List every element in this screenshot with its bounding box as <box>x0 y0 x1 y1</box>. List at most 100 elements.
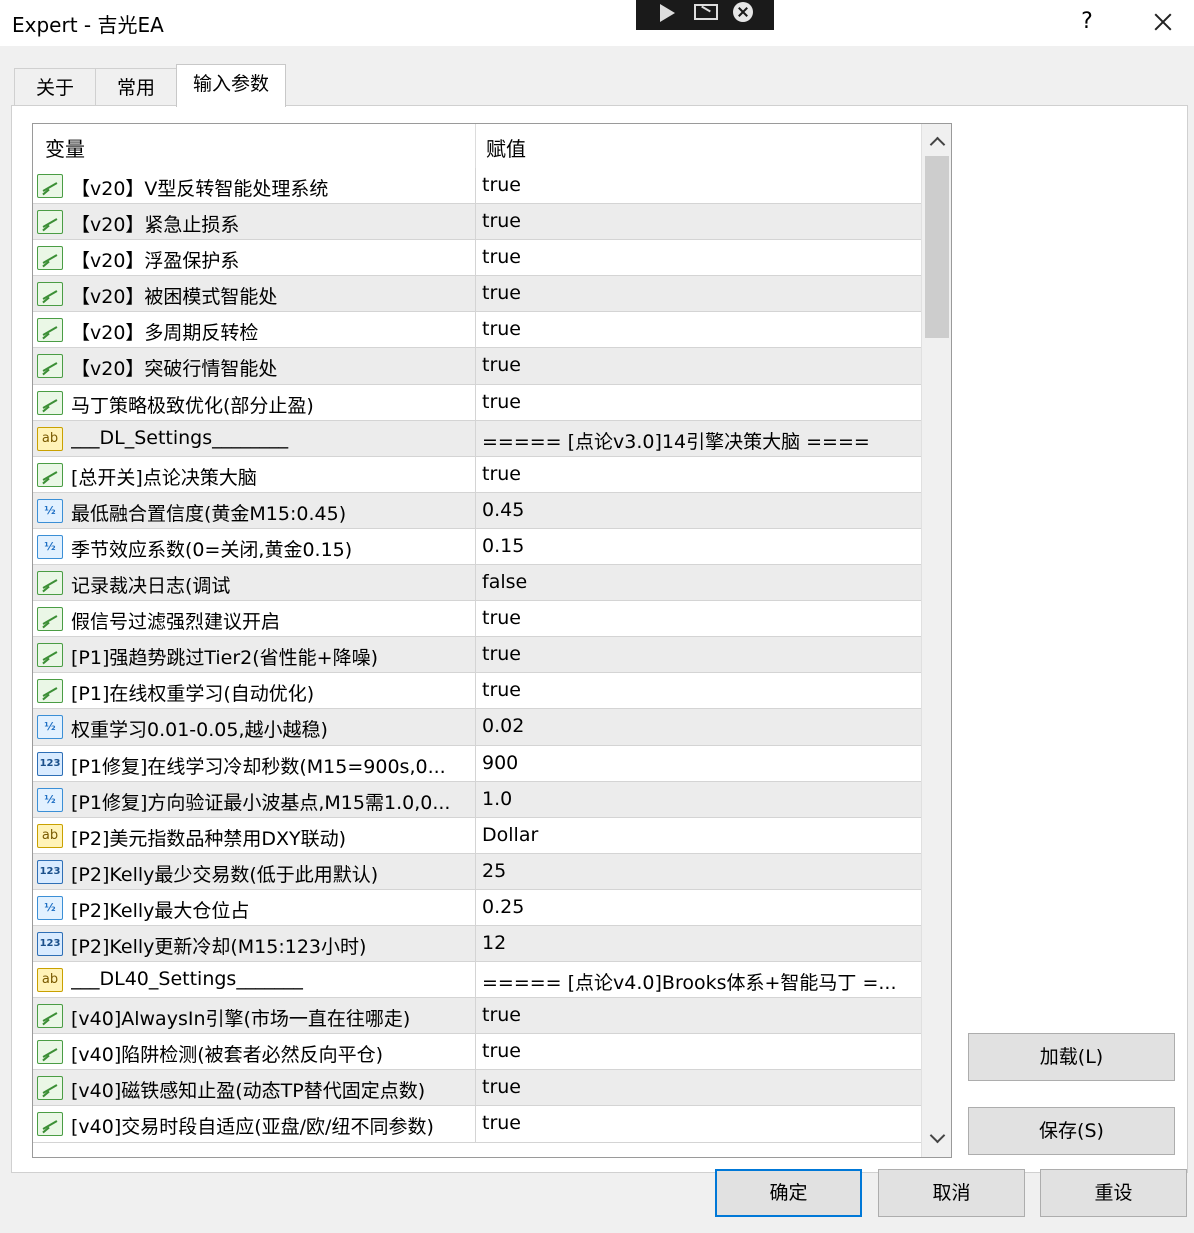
param-value[interactable]: true <box>482 354 918 376</box>
table-row[interactable]: 123 [P2]Kelly更新冷却(M15:123小时) 12 <box>33 925 921 963</box>
bool-param-icon <box>37 571 63 596</box>
column-divider <box>475 925 476 962</box>
cancel-button[interactable]: 取消 <box>878 1169 1025 1217</box>
table-row[interactable]: 123 [P2]Kelly最少交易数(低于此用默认) 25 <box>33 853 921 890</box>
param-value[interactable]: 25 <box>482 860 918 882</box>
close-icon[interactable] <box>1146 6 1180 38</box>
table-row[interactable]: ab ___DL40_Settings_______ ===== [点论v4.0]B… <box>33 962 921 999</box>
table-row[interactable]: ½ 最低融合置信度(黄金M15:0.45) 0.45 <box>33 492 921 529</box>
param-value[interactable]: true <box>482 1112 918 1134</box>
param-name: [P1]在线权重学习(自动优化) <box>71 683 315 706</box>
table-row[interactable]: 假信号过滤强烈建议开启 true <box>33 601 921 638</box>
param-name: 【v20】突破行情智能处 <box>71 358 278 381</box>
tab-common[interactable]: 常用 <box>95 68 177 106</box>
column-header-value[interactable]: 赋值 <box>486 133 526 162</box>
table-row[interactable]: 记录裁决日志(调试 false <box>33 565 921 602</box>
param-value[interactable]: true <box>482 1040 918 1062</box>
param-value[interactable]: true <box>482 643 918 665</box>
param-value[interactable]: true <box>482 246 918 268</box>
string-param-icon: ab <box>37 968 63 993</box>
bool-param-icon <box>37 643 63 668</box>
column-divider <box>475 781 476 817</box>
table-row[interactable]: ½ 权重学习0.01-0.05,越小越稳) 0.02 <box>33 709 921 746</box>
reset-button[interactable]: 重设 <box>1040 1169 1187 1217</box>
table-row[interactable]: [P1]强趋势跳过Tier2(省性能+降噪) true <box>33 637 921 674</box>
table-row[interactable]: ½ [P2]Kelly最大仓位占 0.25 <box>33 889 921 926</box>
string-param-icon: ab <box>37 426 63 451</box>
param-value[interactable]: 900 <box>482 752 918 774</box>
vertical-scrollbar[interactable] <box>921 124 951 1157</box>
param-value[interactable]: 12 <box>482 932 918 954</box>
param-value[interactable]: false <box>482 571 918 593</box>
table-row[interactable]: 【v20】紧急止损系 true <box>33 204 921 241</box>
table-row[interactable]: ½ 季节效应系数(0=关闭,黄金0.15) 0.15 <box>33 528 921 566</box>
table-row[interactable]: 【v20】被困模式智能处 true <box>33 276 921 313</box>
table-row[interactable]: [v40]AlwaysIn引擎(市场一直在往哪走) true <box>33 998 921 1035</box>
table-row[interactable]: 【v20】V型反转智能处理系统 true <box>33 168 921 205</box>
column-divider <box>475 962 476 998</box>
table-row[interactable]: 马丁策略极致优化(部分止盈) true <box>33 384 921 421</box>
double-param-icon: ½ <box>37 895 63 920</box>
column-divider <box>475 817 476 853</box>
double-param-icon: ½ <box>37 534 63 559</box>
param-value[interactable]: 0.15 <box>482 535 918 557</box>
play-icon[interactable] <box>656 3 678 23</box>
tab-about[interactable]: 关于 <box>14 68 96 106</box>
table-row[interactable]: 【v20】突破行情智能处 true <box>33 348 921 385</box>
table-row[interactable]: [v40]陷阱检测(被套者必然反向平仓) true <box>33 1034 921 1071</box>
param-value[interactable]: 0.25 <box>482 896 918 918</box>
param-value[interactable]: 0.02 <box>482 715 918 737</box>
param-value[interactable]: true <box>482 391 918 413</box>
column-header-variable[interactable]: 变量 <box>45 133 85 162</box>
ok-button[interactable]: 确定 <box>715 1169 862 1217</box>
param-value[interactable]: ===== [点论v3.0]14引擎决策大脑 ==== <box>482 427 918 454</box>
param-value[interactable]: 1.0 <box>482 788 918 810</box>
table-row[interactable]: [P1]在线权重学习(自动优化) true <box>33 673 921 710</box>
integer-param-icon: 123 <box>37 859 63 884</box>
column-divider <box>475 565 476 601</box>
bool-param-icon <box>37 1040 63 1065</box>
scroll-up-icon[interactable] <box>929 134 945 150</box>
column-divider <box>475 312 476 348</box>
double-param-icon: ½ <box>37 787 63 812</box>
load-button[interactable]: 加载(L) <box>968 1033 1175 1081</box>
table-row[interactable]: 【v20】浮盈保护系 true <box>33 240 921 277</box>
grid-header: 变量 赋值 <box>33 124 921 168</box>
table-row[interactable]: ab ___DL_Settings________ ===== [点论v3.0]14… <box>33 420 921 457</box>
table-row[interactable]: [总开关]点论决策大脑 true <box>33 456 921 493</box>
tab-inputs[interactable]: 输入参数 <box>176 64 286 107</box>
param-value[interactable]: true <box>482 318 918 340</box>
param-value[interactable]: 0.45 <box>482 499 918 521</box>
column-divider <box>475 745 476 781</box>
table-row[interactable]: 【v20】多周期反转检 true <box>33 312 921 349</box>
scroll-down-icon[interactable] <box>929 1130 945 1146</box>
bool-param-icon <box>37 354 63 379</box>
scroll-thumb[interactable] <box>925 156 949 338</box>
bool-param-icon <box>37 1076 63 1101</box>
param-value[interactable]: true <box>482 607 918 629</box>
save-button[interactable]: 保存(S) <box>968 1107 1175 1155</box>
table-row[interactable]: 123 [P1修复]在线学习冷却秒数(M15=900s,0... 900 <box>33 745 921 782</box>
column-divider <box>475 456 476 492</box>
column-divider <box>475 709 476 745</box>
param-value[interactable]: true <box>482 1076 918 1098</box>
param-value[interactable]: true <box>482 463 918 485</box>
bool-param-icon <box>37 1112 63 1137</box>
param-value[interactable]: ===== [点论v4.0]Brooks体系+智能马丁 =... <box>482 968 918 995</box>
help-button[interactable]: ? <box>1072 6 1102 38</box>
table-row[interactable]: ab [P2]美元指数品种禁用DXY联动) Dollar <box>33 817 921 854</box>
table-row[interactable]: [v40]交易时段自适应(亚盘/欧/纽不同参数) true <box>33 1106 921 1143</box>
param-value[interactable]: Dollar <box>482 824 918 846</box>
param-value[interactable]: true <box>482 1004 918 1026</box>
expand-icon[interactable] <box>694 4 718 20</box>
close-circle-icon[interactable] <box>733 2 753 22</box>
table-row[interactable]: ½ [P1修复]方向验证最小波基点,M15需1.0,0... 1.0 <box>33 781 921 818</box>
bool-param-icon <box>37 174 63 198</box>
table-row[interactable]: [v40]磁铁感知止盈(动态TP替代固定点数) true <box>33 1070 921 1107</box>
bool-param-icon <box>37 462 63 487</box>
param-value[interactable]: true <box>482 174 918 196</box>
param-value[interactable]: true <box>482 679 918 701</box>
param-value[interactable]: true <box>482 210 918 232</box>
column-divider <box>475 637 476 673</box>
param-value[interactable]: true <box>482 282 918 304</box>
